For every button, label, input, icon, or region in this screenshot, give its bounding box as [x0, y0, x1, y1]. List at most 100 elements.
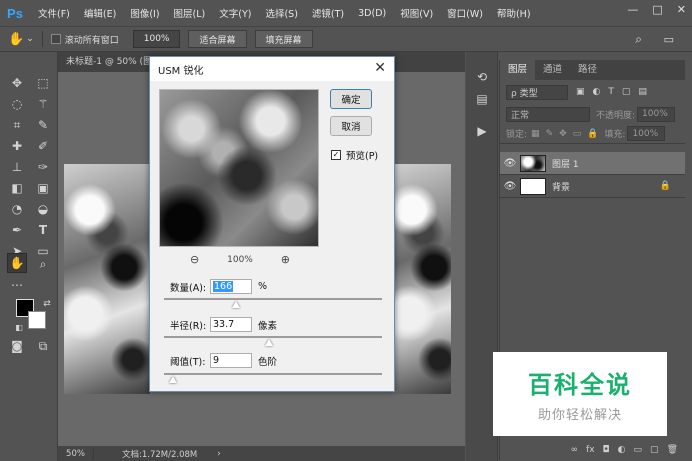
- opacity-field[interactable]: 100%: [637, 106, 676, 122]
- menu-view[interactable]: 视图(V): [400, 6, 433, 20]
- crop-tool-icon[interactable]: ⌗: [8, 116, 26, 134]
- menu-filter[interactable]: 滤镜(T): [312, 6, 344, 20]
- filter-type-icon[interactable]: T: [608, 87, 614, 97]
- lock-move-icon[interactable]: ✥: [559, 129, 567, 139]
- tab-paths[interactable]: 路径: [570, 60, 605, 80]
- scroll-all-checkbox[interactable]: [50, 34, 61, 44]
- menu-type[interactable]: 文字(Y): [219, 6, 251, 20]
- menu-edit[interactable]: 编辑(E): [84, 6, 116, 20]
- amount-input[interactable]: 166: [210, 279, 252, 294]
- amount-slider-thumb[interactable]: [231, 301, 240, 308]
- screen-mode-icon[interactable]: ⧉: [34, 337, 52, 355]
- magic-wand-icon[interactable]: ⚚: [34, 95, 52, 113]
- menu-select[interactable]: 选择(S): [265, 6, 297, 20]
- quick-mask-icon[interactable]: ◙: [8, 337, 26, 355]
- preview-toggle[interactable]: ✓ 预览(P): [331, 148, 378, 162]
- minimize-button[interactable]: —: [627, 3, 638, 16]
- radius-slider[interactable]: [164, 336, 382, 338]
- fx-icon[interactable]: fx: [586, 445, 595, 455]
- move-tool-icon[interactable]: ✥: [8, 74, 26, 92]
- ok-button[interactable]: 确定: [330, 89, 372, 109]
- lock-pixels-icon[interactable]: ▦: [531, 129, 540, 139]
- eyedropper-icon[interactable]: ✎: [34, 116, 52, 134]
- swap-colors-icon[interactable]: ⇄: [38, 295, 56, 313]
- menu-file[interactable]: 文件(F): [38, 6, 70, 20]
- filter-image-icon[interactable]: ▣: [576, 87, 585, 97]
- zoom-in-icon[interactable]: ⊕: [281, 253, 290, 266]
- chevron-down-icon[interactable]: ⌄: [26, 34, 34, 44]
- fill-screen-button[interactable]: 填充屏幕: [254, 30, 313, 48]
- fill-label: 填充:: [604, 130, 626, 140]
- delete-layer-icon[interactable]: 🗑: [667, 445, 678, 455]
- radius-input[interactable]: 33.7: [210, 317, 252, 332]
- play-action-icon[interactable]: ▶: [473, 122, 491, 140]
- eye-icon[interactable]: 👁: [500, 158, 520, 169]
- workspace-icon[interactable]: ▭: [664, 33, 674, 46]
- menu-image[interactable]: 图像(I): [130, 6, 159, 20]
- threshold-slider[interactable]: [164, 373, 382, 375]
- tab-layers[interactable]: 图层: [500, 60, 536, 80]
- hand-tool-icon[interactable]: ✋: [7, 253, 27, 273]
- preview-zoom-row: ⊖ 100% ⊕: [190, 253, 290, 266]
- zoom-value-field[interactable]: 100%: [132, 30, 181, 48]
- threshold-input[interactable]: 9: [210, 353, 252, 368]
- stamp-tool-icon[interactable]: ⊥: [8, 158, 26, 176]
- status-zoom[interactable]: 50%: [58, 448, 94, 459]
- radius-slider-thumb[interactable]: [264, 339, 273, 346]
- menu-layer[interactable]: 图层(L): [174, 6, 206, 20]
- close-icon[interactable]: ✕: [374, 60, 386, 76]
- filter-adjust-icon[interactable]: ◐: [593, 87, 601, 97]
- history-brush-icon[interactable]: ✑: [34, 158, 52, 176]
- hand-tool-icon[interactable]: ✋: [8, 32, 24, 47]
- amount-slider[interactable]: [164, 298, 382, 300]
- lock-all-icon[interactable]: 🔒: [587, 129, 598, 139]
- add-mask-icon[interactable]: ◘: [603, 445, 610, 455]
- close-window-button[interactable]: ✕: [677, 3, 686, 16]
- adjustment-layer-icon[interactable]: ◐: [618, 445, 626, 455]
- tab-channels[interactable]: 通道: [535, 60, 570, 80]
- preview-label: 预览(P): [346, 151, 379, 162]
- lasso-tool-icon[interactable]: ◌: [8, 95, 26, 113]
- menu-help[interactable]: 帮助(H): [497, 6, 531, 20]
- background-color-swatch[interactable]: [28, 311, 46, 329]
- more-tools-icon[interactable]: ⋯: [8, 276, 26, 294]
- fit-screen-button[interactable]: 适合屏幕: [188, 30, 247, 48]
- new-layer-icon[interactable]: ▢: [650, 445, 659, 455]
- type-tool-icon[interactable]: T: [34, 221, 52, 239]
- layer-row[interactable]: 👁 图层 1: [500, 152, 685, 175]
- marquee-tool-icon[interactable]: ⬚: [34, 74, 52, 92]
- default-colors-icon[interactable]: ◧: [10, 318, 28, 336]
- new-group-icon[interactable]: ▭: [634, 445, 643, 455]
- link-layers-icon[interactable]: ∞: [571, 445, 579, 455]
- maximize-button[interactable]: □: [652, 3, 662, 16]
- unsharp-mask-dialog: USM 锐化 ✕ ⊖ 100% ⊕ 确定 取消 ✓ 预览(P) 数量(A): 1…: [149, 56, 395, 392]
- lock-artboard-icon[interactable]: ▭: [573, 129, 582, 139]
- properties-panel-icon[interactable]: ▤: [473, 90, 491, 108]
- menu-3d[interactable]: 3D(D): [358, 8, 386, 19]
- blend-mode-select[interactable]: 正常: [506, 106, 590, 122]
- menu-window[interactable]: 窗口(W): [447, 6, 483, 20]
- dodge-tool-icon[interactable]: ◒: [34, 200, 52, 218]
- filter-shape-icon[interactable]: ▢: [622, 87, 631, 97]
- preview-checkbox[interactable]: ✓: [331, 150, 341, 160]
- zoom-out-icon[interactable]: ⊖: [190, 253, 199, 266]
- cancel-button[interactable]: 取消: [330, 116, 372, 136]
- filter-preview[interactable]: [159, 89, 319, 247]
- history-panel-icon[interactable]: ⟲: [473, 68, 491, 86]
- zoom-tool-icon[interactable]: ⌕: [34, 255, 52, 273]
- brush-tool-icon[interactable]: ✐: [34, 137, 52, 155]
- layer-row[interactable]: 👁 背景 🔒: [500, 175, 685, 198]
- healing-brush-icon[interactable]: ✚: [8, 137, 26, 155]
- layer-kind-filter[interactable]: ρ 类型: [506, 84, 568, 100]
- search-icon[interactable]: ⌕: [635, 32, 642, 47]
- lock-paint-icon[interactable]: ✎: [546, 129, 554, 139]
- eraser-tool-icon[interactable]: ◧: [8, 179, 26, 197]
- eye-icon[interactable]: 👁: [500, 181, 520, 192]
- blur-tool-icon[interactable]: ◔: [8, 200, 26, 218]
- status-arrow-icon[interactable]: ›: [217, 449, 220, 459]
- pen-tool-icon[interactable]: ✒: [8, 221, 26, 239]
- fill-field[interactable]: 100%: [627, 126, 666, 141]
- filter-smart-icon[interactable]: ▤: [638, 87, 647, 97]
- threshold-slider-thumb[interactable]: [168, 376, 177, 383]
- gradient-tool-icon[interactable]: ▣: [34, 179, 52, 197]
